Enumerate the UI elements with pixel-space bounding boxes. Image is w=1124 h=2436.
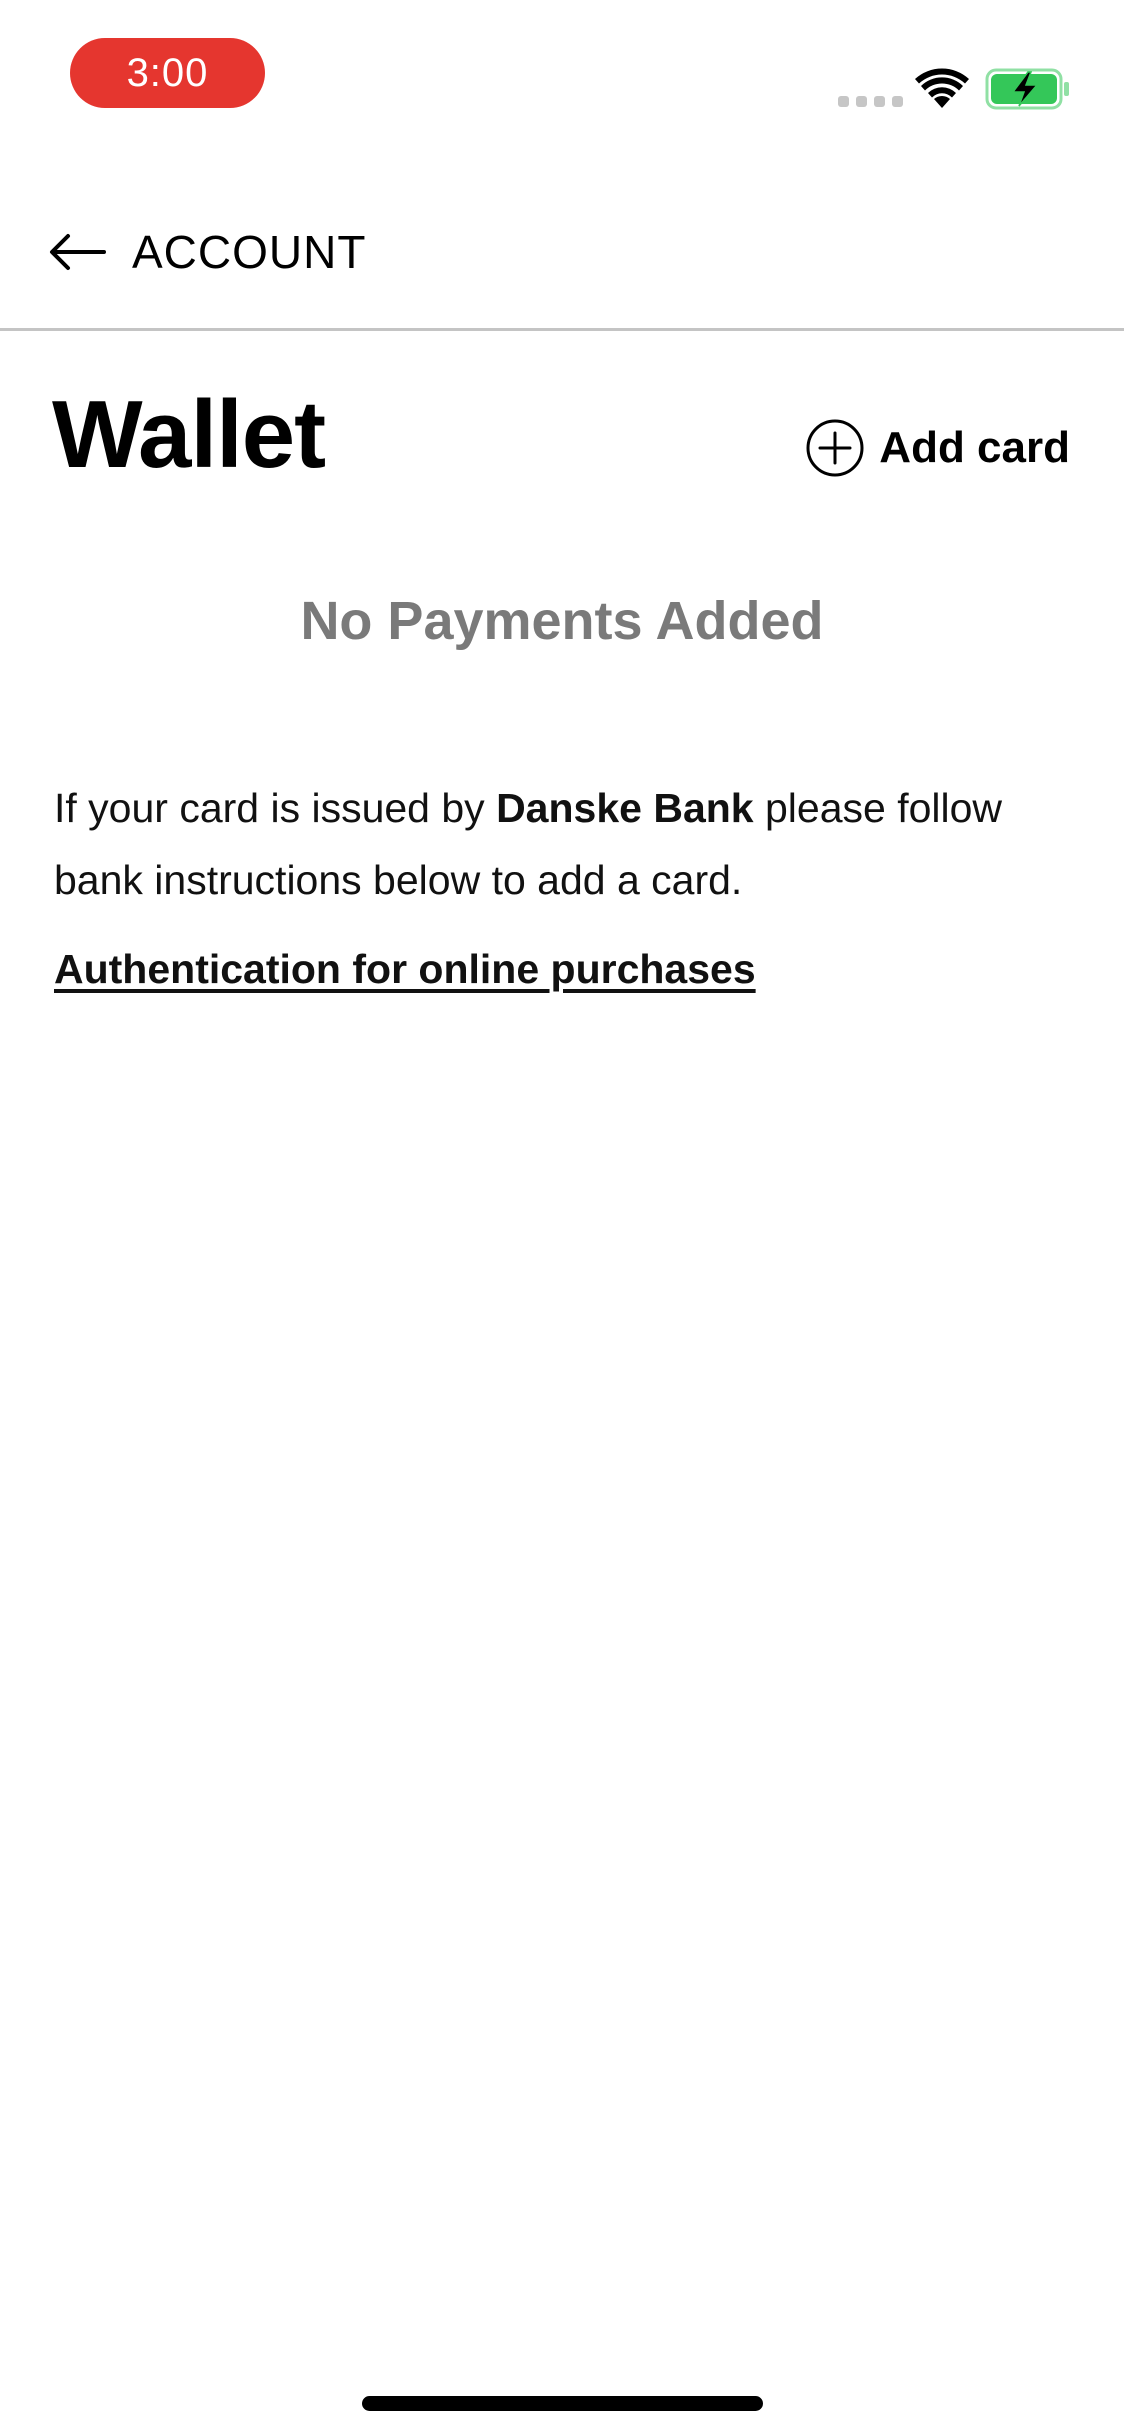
back-label: ACCOUNT bbox=[132, 226, 367, 278]
add-card-button[interactable]: Add card bbox=[805, 415, 1070, 481]
nav-header: ACCOUNT bbox=[0, 180, 1124, 331]
authentication-link[interactable]: Authentication for online purchases bbox=[54, 933, 756, 1005]
page-title: Wallet bbox=[52, 381, 326, 488]
add-card-label: Add card bbox=[879, 423, 1070, 472]
battery-charging-icon bbox=[985, 68, 1069, 110]
home-indicator[interactable] bbox=[362, 2396, 763, 2411]
status-time: 3:00 bbox=[70, 38, 265, 108]
status-bar: 3:00 bbox=[0, 0, 1124, 140]
empty-state-message: No Payments Added bbox=[300, 591, 824, 651]
bank-info-text: If your card is issued by Danske Bank pl… bbox=[54, 772, 1074, 916]
back-button[interactable]: ACCOUNT bbox=[48, 202, 366, 302]
plus-circle-icon bbox=[806, 419, 864, 477]
wifi-icon bbox=[915, 68, 969, 108]
info-prefix: If your card is issued by bbox=[54, 785, 497, 831]
info-bank-name: Danske Bank bbox=[496, 785, 754, 831]
arrow-left-icon bbox=[50, 234, 106, 270]
cellular-signal-icon bbox=[838, 96, 903, 107]
